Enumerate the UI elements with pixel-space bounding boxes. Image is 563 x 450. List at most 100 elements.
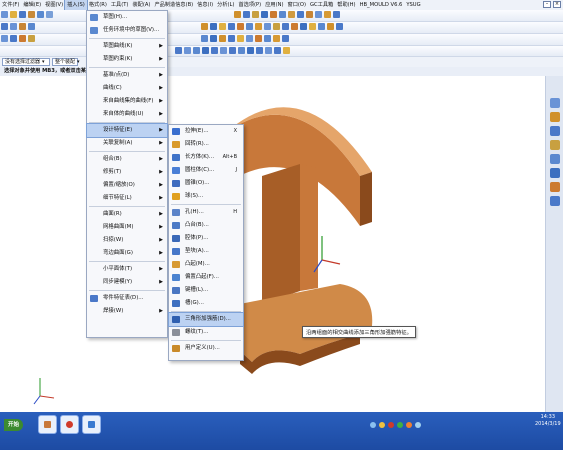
insert-menu-item[interactable]: 偏置/缩放(O) ▶: [87, 179, 167, 192]
insert-menu-item[interactable]: 零件特征表(D)...: [87, 292, 167, 305]
design-feature-item[interactable]: 拉伸(E)... X: [169, 125, 243, 138]
design-feature-item[interactable]: 回转(R)...: [169, 138, 243, 151]
bridge-icon[interactable]: [236, 35, 244, 42]
helix-icon[interactable]: [218, 35, 226, 42]
snap-center-icon[interactable]: [201, 47, 209, 54]
layer-icon[interactable]: [278, 11, 286, 18]
insert-menu-item[interactable]: 扫掠(W) ▶: [87, 234, 167, 247]
system-materials-icon[interactable]: [549, 182, 560, 192]
design-feature-item[interactable]: 圆锥(O)...: [169, 177, 243, 190]
snap-point-icon[interactable]: [237, 47, 245, 54]
tool-icon[interactable]: [332, 11, 340, 18]
view-icon[interactable]: [242, 11, 250, 18]
insert-menu-item[interactable]: 设计特征(E) ▶: [86, 123, 168, 138]
design-feature-item[interactable]: 用户定义(U)...: [169, 342, 243, 355]
history-icon[interactable]: [549, 154, 560, 164]
insert-menu-item[interactable]: 曲面(R) ▶: [87, 208, 167, 221]
menu-item[interactable]: 文件(F): [0, 0, 21, 10]
trim-icon[interactable]: [236, 23, 244, 30]
render-icon[interactable]: [251, 11, 259, 18]
network-icon[interactable]: [379, 422, 385, 428]
close-button[interactable]: ×: [553, 1, 561, 8]
datum-icon[interactable]: [10, 23, 17, 30]
new-icon[interactable]: [1, 11, 8, 18]
offset-icon[interactable]: [290, 23, 298, 30]
line-icon[interactable]: [10, 35, 17, 42]
menu-item[interactable]: 首选项(P): [236, 0, 263, 10]
hole-icon[interactable]: [317, 23, 325, 30]
snap-face-icon[interactable]: [228, 47, 236, 54]
graphics-window[interactable]: [0, 76, 545, 412]
menu-item[interactable]: 视图(V): [43, 0, 65, 10]
open-icon[interactable]: [10, 11, 17, 18]
insert-menu-item[interactable]: 组合(B) ▶: [87, 153, 167, 166]
sketch-icon[interactable]: [1, 23, 8, 30]
menu-item[interactable]: 格式(R): [87, 0, 109, 10]
paste-icon[interactable]: [46, 11, 53, 18]
design-feature-item[interactable]: 腔体(P)...: [169, 232, 243, 245]
start-button[interactable]: 开始: [4, 419, 24, 431]
text-icon[interactable]: [28, 35, 35, 42]
design-feature-item[interactable]: 三角形加强筋(D)...: [168, 312, 244, 327]
snap-tangent-icon[interactable]: [255, 47, 263, 54]
mould-icon[interactable]: [323, 11, 331, 18]
assembly-navigator-icon[interactable]: [549, 98, 560, 108]
curve-icon[interactable]: [200, 35, 208, 42]
constraint-navigator-icon[interactable]: [549, 112, 560, 122]
snap-quadrant-icon[interactable]: [210, 47, 218, 54]
scope-select[interactable]: 整个装配 ▾: [52, 58, 80, 66]
insert-menu-item[interactable]: 焊接(W) ▶: [87, 305, 167, 318]
volume-icon[interactable]: [415, 422, 421, 428]
pattern-icon[interactable]: [272, 23, 280, 30]
insert-menu-item[interactable]: 草图曲线(K) ▶: [87, 40, 167, 53]
menu-item[interactable]: YSUG: [404, 0, 422, 10]
arc-icon[interactable]: [19, 35, 26, 42]
intersect-icon[interactable]: [263, 23, 271, 30]
save-icon[interactable]: [19, 11, 26, 18]
scale-icon[interactable]: [299, 23, 307, 30]
thread-icon[interactable]: [308, 23, 316, 30]
security-icon[interactable]: [388, 422, 394, 428]
design-feature-item[interactable]: 槽(G)...: [169, 297, 243, 310]
design-feature-item[interactable]: 凸起(M)...: [169, 258, 243, 271]
input-method-icon[interactable]: [370, 422, 376, 428]
insert-menu-item[interactable]: 基准/点(D) ▶: [87, 69, 167, 82]
insert-menu-item[interactable]: 同步建模(Y) ▶: [87, 276, 167, 289]
tray-app-icon[interactable]: [406, 422, 412, 428]
draft-icon[interactable]: [227, 23, 235, 30]
insert-menu-item[interactable]: 任务环境中的草图(V)...: [87, 24, 167, 37]
insert-menu-item[interactable]: 草图约束(K) ▶: [87, 53, 167, 66]
snap-end-icon[interactable]: [183, 47, 191, 54]
design-feature-item[interactable]: 圆柱体(C)... J: [169, 164, 243, 177]
design-feature-item[interactable]: 垫块(A)...: [169, 245, 243, 258]
menu-item[interactable]: HB_MOULD V6.6: [358, 0, 405, 10]
design-feature-item[interactable]: 偏置凸起(F)...: [169, 271, 243, 284]
insert-menu-item[interactable]: 草图(H)...: [87, 11, 167, 24]
shell-icon[interactable]: [218, 23, 226, 30]
snap-icon[interactable]: [174, 47, 182, 54]
design-feature-item[interactable]: 键槽(L)...: [169, 284, 243, 297]
menu-item[interactable]: 编辑(E): [21, 0, 43, 10]
point-icon[interactable]: [1, 35, 8, 42]
shade-icon[interactable]: [287, 11, 295, 18]
part-icon[interactable]: [233, 11, 241, 18]
clock[interactable]: 14:33 2014/3/19: [535, 414, 561, 428]
subtract-icon[interactable]: [254, 23, 262, 30]
menu-item[interactable]: GC工具箱: [308, 0, 335, 10]
cut-icon[interactable]: [28, 11, 35, 18]
extrude-icon[interactable]: [19, 23, 26, 30]
fit-icon[interactable]: [260, 11, 268, 18]
web-browser-icon[interactable]: [549, 168, 560, 178]
analysis-icon[interactable]: [314, 11, 322, 18]
menu-item[interactable]: 帮助(H): [335, 0, 357, 10]
copy-icon[interactable]: [37, 11, 44, 18]
snap-mid-icon[interactable]: [192, 47, 200, 54]
spline-icon[interactable]: [209, 35, 217, 42]
insert-menu-item[interactable]: 来自体的曲线(U) ▶: [87, 108, 167, 121]
design-feature-item[interactable]: 球(S)...: [169, 190, 243, 203]
insert-menu-item[interactable]: 网格曲面(M) ▶: [87, 221, 167, 234]
section-icon[interactable]: [263, 35, 271, 42]
insert-menu-item[interactable]: 修剪(T) ▶: [87, 166, 167, 179]
taskbar-app-browser[interactable]: [60, 415, 79, 434]
roles-icon[interactable]: [549, 196, 560, 206]
